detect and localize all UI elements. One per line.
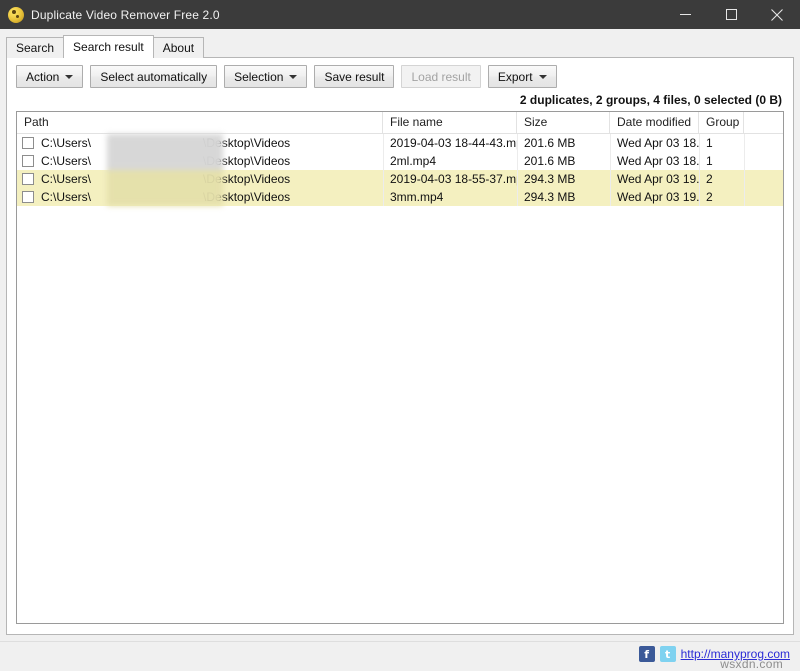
selection-button[interactable]: Selection — [224, 65, 308, 88]
cell-path: C:\Users\ \Desktop\Videos — [17, 188, 383, 206]
twitter-icon[interactable]: t — [659, 646, 676, 662]
row-checkbox[interactable] — [22, 137, 34, 149]
column-header-file-name[interactable]: File name — [383, 112, 517, 133]
load-result-button: Load result — [401, 65, 481, 88]
table-row[interactable]: C:\Users\ \Desktop\Videos 2019-04-03 18-… — [17, 134, 783, 152]
cell-size: 201.6 MB — [524, 136, 576, 150]
cell-group: 1 — [706, 136, 713, 150]
tab-search-result-label: Search result — [73, 40, 144, 54]
column-header-spacer[interactable] — [744, 112, 783, 133]
window-controls — [662, 0, 800, 29]
app-disc-icon — [8, 6, 24, 23]
row-checkbox[interactable] — [22, 155, 34, 167]
maximize-button[interactable] — [708, 0, 754, 29]
watermark-text: wsxdn.com — [720, 657, 783, 671]
cell-path-suffix: \Desktop\Videos — [203, 154, 291, 168]
facebook-icon[interactable]: f — [638, 646, 655, 662]
table-row[interactable]: C:\Users\ \Desktop\Videos 2ml.mp4 201.6 … — [17, 152, 783, 170]
twitter-glyph: t — [664, 647, 671, 661]
tab-strip: Search Search result About — [6, 35, 205, 58]
tab-about-label: About — [162, 41, 195, 55]
tab-search-result[interactable]: Search result — [63, 35, 154, 58]
cell-path-prefix: C:\Users\ — [41, 136, 92, 150]
cell-date-modified: Wed Apr 03 19... — [617, 172, 699, 186]
cell-file-name: 2019-04-03 18-55-37.mp4 — [390, 172, 517, 186]
column-header-size[interactable]: Size — [517, 112, 610, 133]
application-window: Duplicate Video Remover Free 2.0 Search … — [0, 0, 800, 671]
list-body: C:\Users\ \Desktop\Videos 2019-04-03 18-… — [17, 134, 783, 206]
table-row[interactable]: C:\Users\ \Desktop\Videos 2019-04-03 18-… — [17, 170, 783, 188]
cell-file-name: 2019-04-03 18-44-43.mp4 — [390, 136, 517, 150]
client-area: Search Search result About Action Select… — [0, 29, 800, 641]
action-button-label: Action — [26, 69, 60, 84]
list-header: Path File name Size Date modified Group — [17, 112, 783, 134]
tab-search-label: Search — [16, 41, 55, 55]
chevron-down-icon — [538, 74, 547, 79]
cell-size: 201.6 MB — [524, 154, 576, 168]
cell-date-modified: Wed Apr 03 18... — [617, 154, 699, 168]
selection-button-label: Selection — [234, 69, 284, 84]
table-row[interactable]: C:\Users\ \Desktop\Videos 3mm.mp4 294.3 … — [17, 188, 783, 206]
window-title: Duplicate Video Remover Free 2.0 — [31, 7, 220, 22]
results-summary: 2 duplicates, 2 groups, 4 files, 0 selec… — [519, 93, 782, 107]
cell-file-name: 3mm.mp4 — [390, 190, 444, 204]
column-header-date-modified[interactable]: Date modified — [610, 112, 699, 133]
cell-file-name: 2ml.mp4 — [390, 154, 437, 168]
cell-path-suffix: \Desktop\Videos — [203, 136, 291, 150]
minimize-button[interactable] — [662, 0, 708, 29]
duplicates-list[interactable]: Path File name Size Date modified Group — [16, 111, 784, 624]
row-checkbox[interactable] — [22, 191, 34, 203]
cell-group: 2 — [706, 190, 713, 204]
close-button[interactable] — [754, 0, 800, 29]
title-bar: Duplicate Video Remover Free 2.0 — [0, 0, 800, 29]
cell-path-suffix: \Desktop\Videos — [203, 190, 291, 204]
maximize-icon — [725, 9, 737, 20]
select-automatically-label: Select automatically — [100, 69, 208, 84]
cell-group: 2 — [706, 172, 713, 186]
cell-date-modified: Wed Apr 03 19... — [617, 190, 699, 204]
action-button[interactable]: Action — [16, 65, 84, 88]
cell-path: C:\Users\ \Desktop\Videos — [17, 152, 383, 170]
column-header-path[interactable]: Path — [17, 112, 383, 133]
tab-about[interactable]: About — [152, 37, 205, 58]
footer-bar: f t http://manyprog.com wsxdn.com — [0, 641, 800, 671]
row-checkbox[interactable] — [22, 173, 34, 185]
save-result-button[interactable]: Save result — [314, 65, 395, 88]
cell-path: C:\Users\ \Desktop\Videos — [17, 170, 383, 188]
cell-path-suffix: \Desktop\Videos — [203, 172, 291, 186]
save-result-label: Save result — [324, 69, 385, 84]
tab-search[interactable]: Search — [6, 37, 65, 58]
minimize-icon — [679, 14, 691, 15]
select-automatically-button[interactable]: Select automatically — [90, 65, 218, 88]
search-result-panel: Action Select automatically Selection Sa… — [6, 57, 794, 635]
close-icon — [771, 8, 783, 21]
cell-date-modified: Wed Apr 03 18... — [617, 136, 699, 150]
cell-size: 294.3 MB — [524, 172, 576, 186]
cell-path-prefix: C:\Users\ — [41, 190, 92, 204]
cell-size: 294.3 MB — [524, 190, 576, 204]
chevron-down-icon — [65, 74, 74, 79]
export-button[interactable]: Export — [487, 65, 557, 88]
cell-path-prefix: C:\Users\ — [41, 154, 92, 168]
load-result-label: Load result — [411, 69, 471, 84]
result-toolbar: Action Select automatically Selection Sa… — [16, 65, 557, 88]
chevron-down-icon — [289, 74, 298, 79]
facebook-glyph: f — [644, 647, 649, 661]
cell-group: 1 — [706, 154, 713, 168]
cell-path: C:\Users\ \Desktop\Videos — [17, 134, 383, 152]
cell-path-prefix: C:\Users\ — [41, 172, 92, 186]
column-header-group[interactable]: Group — [699, 112, 744, 133]
export-button-label: Export — [497, 69, 533, 84]
